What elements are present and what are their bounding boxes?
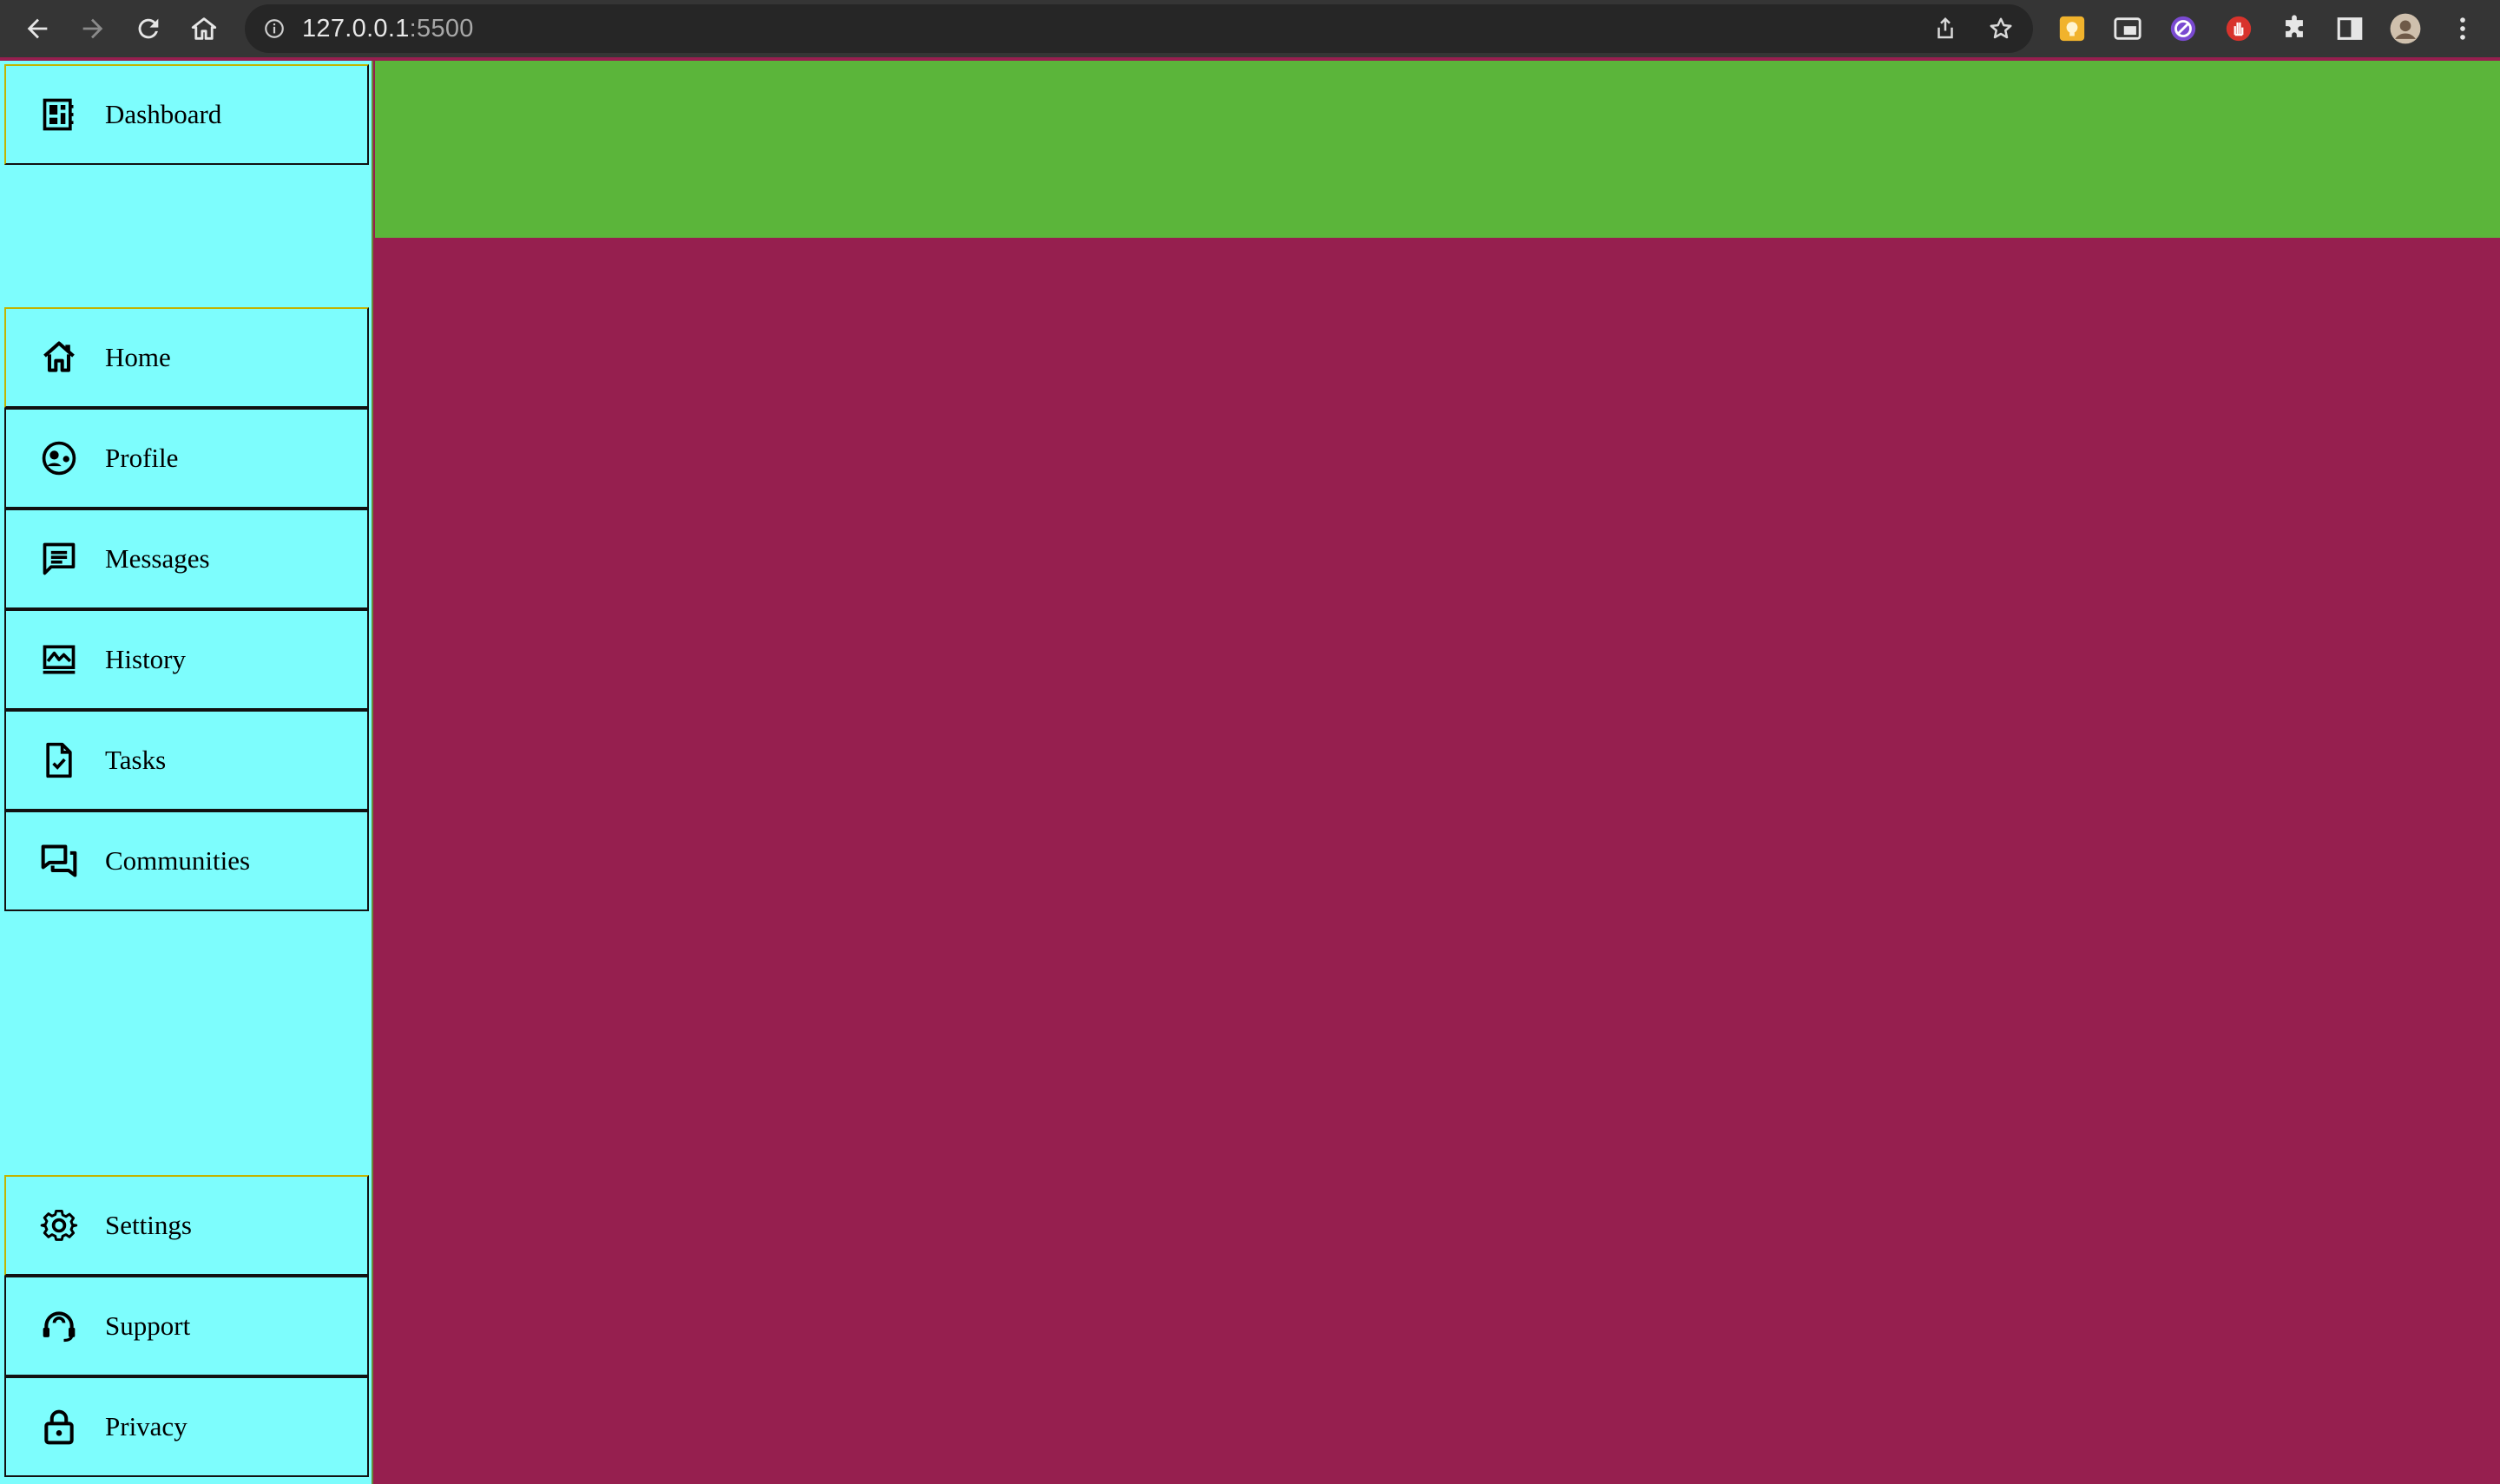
support-icon bbox=[39, 1306, 79, 1346]
home-button[interactable] bbox=[184, 9, 224, 49]
sidebar-item-dashboard[interactable]: Dashboard bbox=[4, 64, 369, 165]
url-text: 127.0.0.1:5500 bbox=[302, 15, 474, 43]
reload-icon bbox=[138, 18, 159, 39]
sidebar: Dashboard Home Profile Messages History … bbox=[0, 61, 373, 1484]
url-host: 127.0.0.1 bbox=[302, 14, 410, 43]
forward-button[interactable] bbox=[73, 9, 113, 49]
share-icon[interactable] bbox=[1931, 14, 1960, 43]
main-content bbox=[375, 238, 2500, 1484]
sidebar-item-label: Communities bbox=[105, 845, 251, 876]
extensions-puzzle-icon[interactable] bbox=[2278, 12, 2311, 45]
info-icon[interactable] bbox=[262, 16, 286, 41]
sidebar-item-label: Support bbox=[105, 1310, 191, 1341]
reload-button[interactable] bbox=[128, 9, 168, 49]
sidebar-item-support[interactable]: Support bbox=[4, 1276, 369, 1376]
sidebar-item-label: History bbox=[105, 644, 186, 674]
arrow-right-icon bbox=[82, 18, 103, 39]
sidebar-item-label: Settings bbox=[105, 1210, 192, 1240]
sidebar-item-privacy[interactable]: Privacy bbox=[4, 1376, 369, 1477]
extension-window-icon[interactable] bbox=[2111, 12, 2144, 45]
tasks-icon bbox=[39, 740, 79, 780]
address-bar[interactable]: 127.0.0.1:5500 bbox=[245, 4, 2033, 53]
home-outline-icon bbox=[191, 17, 217, 40]
home-icon bbox=[39, 338, 79, 378]
sidebar-item-label: Home bbox=[105, 342, 171, 372]
sidebar-item-tasks[interactable]: Tasks bbox=[4, 710, 369, 811]
profile-icon bbox=[39, 438, 79, 478]
sidebar-item-home[interactable]: Home bbox=[4, 307, 369, 408]
top-header bbox=[375, 61, 2500, 238]
bookmark-star-icon[interactable] bbox=[1986, 14, 2016, 43]
browser-toolbar: 127.0.0.1:5500 bbox=[0, 0, 2500, 57]
extension-note-icon[interactable] bbox=[2056, 12, 2089, 45]
settings-icon bbox=[39, 1205, 79, 1245]
sidebar-item-settings[interactable]: Settings bbox=[4, 1175, 369, 1276]
sidebar-item-label: Tasks bbox=[105, 745, 167, 775]
messages-icon bbox=[39, 539, 79, 579]
communities-icon bbox=[39, 841, 79, 881]
sidebar-item-label: Profile bbox=[105, 443, 179, 473]
extension-hand-icon[interactable] bbox=[2222, 12, 2255, 45]
sidebar-item-label: Dashboard bbox=[105, 99, 222, 129]
url-port: :5500 bbox=[409, 14, 474, 43]
history-icon bbox=[39, 640, 79, 680]
sidebar-item-communities[interactable]: Communities bbox=[4, 811, 369, 911]
side-panel-icon[interactable] bbox=[2333, 12, 2366, 45]
sidebar-item-label: Privacy bbox=[105, 1411, 188, 1441]
back-button[interactable] bbox=[17, 9, 57, 49]
profile-avatar-icon[interactable] bbox=[2389, 12, 2422, 45]
privacy-icon bbox=[39, 1407, 79, 1447]
more-menu-icon[interactable] bbox=[2446, 12, 2479, 45]
dashboard-icon bbox=[39, 95, 79, 135]
sidebar-item-messages[interactable]: Messages bbox=[4, 509, 369, 609]
extension-block-icon[interactable] bbox=[2167, 12, 2200, 45]
sidebar-item-label: Messages bbox=[105, 543, 210, 574]
arrow-left-icon bbox=[27, 18, 48, 39]
sidebar-item-history[interactable]: History bbox=[4, 609, 369, 710]
sidebar-item-profile[interactable]: Profile bbox=[4, 408, 369, 509]
